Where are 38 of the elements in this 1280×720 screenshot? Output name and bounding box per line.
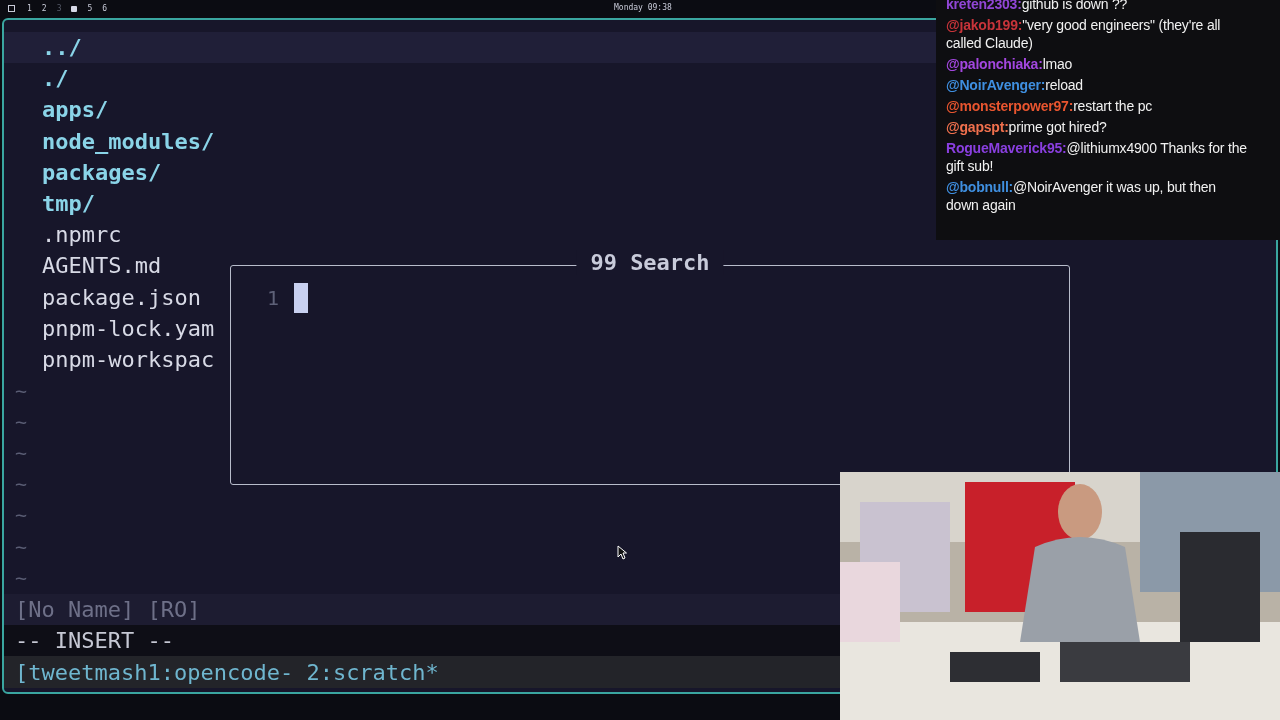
directory-entry[interactable]: tmp/	[42, 191, 95, 217]
file-entry[interactable]: package.json	[42, 284, 201, 310]
directory-entry[interactable]: packages/	[42, 159, 162, 185]
workspace-tab[interactable]: 6	[102, 4, 108, 13]
tmux-session-label: [tweetmash1:opencode- 2:scratch*	[15, 659, 439, 685]
file-entry[interactable]: pnpm-lock.yam	[42, 315, 215, 341]
active-workspace-icon[interactable]	[71, 5, 78, 12]
directory-entry[interactable]: apps/	[42, 97, 109, 123]
line-number: 1	[267, 286, 280, 310]
directory-entry[interactable]: ./	[42, 66, 69, 92]
chat-message: @monsterpower97:restart the pc	[946, 97, 1154, 115]
chat-message: RogueMaverick95:@lithiumx4900 Thanks for the gift sub!	[946, 139, 1248, 175]
layout-icon[interactable]	[8, 5, 15, 12]
workspace-tab[interactable]: 5	[87, 4, 93, 13]
empty-line-marker: ~	[15, 503, 28, 528]
chat-message: @gapspt:prime got hired?	[946, 118, 1108, 136]
empty-line-marker: ~	[15, 472, 28, 497]
file-entry[interactable]: pnpm-workspac	[42, 346, 215, 372]
mode-indicator: -- INSERT --	[15, 628, 174, 654]
empty-line-marker: ~	[15, 378, 28, 403]
directory-entry[interactable]: ../	[42, 35, 82, 61]
empty-line-marker: ~	[15, 441, 28, 466]
directory-entry[interactable]: node_modules/	[42, 128, 215, 154]
mouse-pointer-icon	[617, 545, 627, 560]
chat-message: @jakob199:"very good engineers" (they're all called Claude)	[946, 16, 1222, 52]
text-cursor	[294, 283, 309, 313]
clock: Monday 09:38	[614, 3, 672, 12]
buffer-name: [No Name] [RO]	[15, 597, 201, 623]
file-entry[interactable]: .npmrc	[42, 222, 122, 248]
empty-line-marker: ~	[15, 534, 28, 559]
chat-message: @NoirAvenger:reload	[946, 76, 1084, 94]
chat-message: @palonchiaka:lmao	[946, 55, 1074, 73]
chat-message: @bobnull:@NoirAvenger it was up, but then down again	[946, 178, 1217, 214]
empty-line-marker: ~	[15, 565, 28, 590]
workspace-tab[interactable]: 2	[41, 4, 47, 13]
empty-line-marker: ~	[15, 409, 28, 434]
file-entry[interactable]: AGENTS.md	[42, 253, 162, 279]
workspace-tab[interactable]: 1	[27, 4, 32, 13]
